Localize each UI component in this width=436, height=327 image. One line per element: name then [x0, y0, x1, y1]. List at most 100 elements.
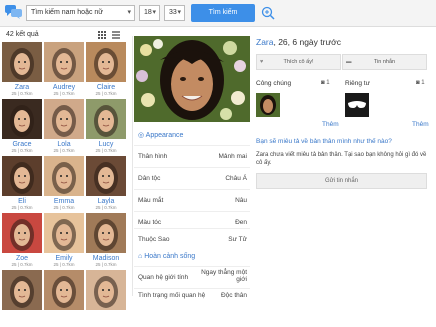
result-card[interactable]: Zara 25 | 0.7km [2, 42, 42, 99]
result-photo[interactable] [44, 213, 84, 253]
attr-row-eyes: Màu mắt Nâu [134, 189, 250, 211]
result-name[interactable]: Eli [2, 198, 42, 205]
attr-value: Châu Á [225, 175, 247, 182]
divider [132, 36, 133, 296]
profile-photo[interactable] [134, 36, 250, 122]
search-button[interactable]: Tìm kiếm [191, 4, 255, 22]
gender-select[interactable]: Tìm kiếm nam hoặc nữ ▾ [26, 5, 135, 21]
result-card[interactable]: Eli 25 | 0.7km [2, 156, 42, 213]
grid-view-icon[interactable] [98, 31, 106, 39]
attr-value: Nâu [235, 197, 247, 204]
result-photo[interactable] [2, 42, 42, 82]
public-photo-thumb[interactable] [256, 93, 280, 117]
result-meta: 25 | 0.7km [11, 148, 33, 153]
result-photo[interactable] [86, 213, 126, 253]
more-private-link[interactable]: Thêm [412, 121, 429, 128]
send-message-button[interactable]: Gửi tin nhắn [256, 173, 427, 189]
result-name[interactable]: Claire [86, 84, 126, 91]
result-name[interactable]: Grace [2, 141, 42, 148]
attr-row-ethnicity: Dân tộc Châu Á [134, 167, 250, 189]
profile-name[interactable]: Zara [256, 37, 273, 47]
gender-select-value: Tìm kiếm nam hoặc nữ [31, 9, 103, 16]
result-meta: 25 | 0.7km [53, 148, 75, 153]
attr-value: Mảnh mai [218, 153, 247, 160]
result-meta: 25 | 0.7km [11, 91, 33, 96]
result-name[interactable]: Lola [44, 141, 84, 148]
private-photo-mask[interactable] [345, 93, 369, 117]
result-card[interactable]: Layla 25 | 0.7km [86, 156, 126, 213]
age-max-select[interactable]: 33 ▾ [164, 5, 185, 21]
result-name[interactable]: Zoe [2, 255, 42, 262]
result-photo[interactable] [2, 270, 42, 310]
result-name[interactable]: Layla [86, 198, 126, 205]
ask-description-text: Zara chưa viết miêu tả bản thân. Tại sao… [256, 152, 427, 166]
zoom-in-icon[interactable] [261, 6, 275, 20]
result-photo[interactable] [44, 270, 84, 310]
list-view-icon[interactable] [112, 31, 120, 39]
result-name[interactable]: Lucy [86, 141, 126, 148]
chevron-down-icon: ▾ [177, 9, 181, 16]
result-meta: 25 | 0.7km [11, 205, 33, 210]
result-photo[interactable] [86, 99, 126, 139]
chat-bubble-icon: ▬ [346, 59, 352, 65]
like-button[interactable]: ♥ Thích cô ấy! [256, 54, 341, 70]
attr-row-body: Thân hình Mảnh mai [134, 145, 250, 167]
result-photo[interactable] [86, 42, 126, 82]
result-card[interactable]: Lola 25 | 0.7km [44, 99, 84, 156]
message-button[interactable]: ▬ Tin nhắn [342, 54, 427, 70]
result-card[interactable]: Emma 25 | 0.7km [44, 156, 84, 213]
public-photos-count: ◙ 1 [321, 80, 330, 86]
result-card[interactable]: Grace 25 | 0.7km [2, 99, 42, 156]
heart-icon: ♥ [260, 59, 264, 65]
result-photo[interactable] [86, 270, 126, 310]
attr-value: Sư Tử [228, 236, 247, 243]
result-card[interactable] [44, 270, 84, 327]
result-name[interactable]: Madison [86, 255, 126, 262]
result-name[interactable]: Audrey [44, 84, 84, 91]
ask-description-link[interactable]: Bạn sẽ miêu tả về bản thân mình như thế … [256, 138, 432, 145]
result-card[interactable]: Emily 25 | 0.7km [44, 213, 84, 270]
result-photo[interactable] [44, 42, 84, 82]
result-name[interactable]: Emma [44, 198, 84, 205]
result-photo[interactable] [2, 213, 42, 253]
result-photo[interactable] [2, 156, 42, 196]
eye-icon: ◎ [138, 132, 146, 139]
appearance-heading: ◎ Appearance [138, 132, 184, 139]
chevron-down-icon: ▾ [152, 9, 156, 16]
private-photos-count: ◙ 1 [416, 80, 425, 86]
chevron-down-icon: ▾ [127, 9, 131, 16]
result-name[interactable]: Zara [2, 84, 42, 91]
result-meta: 25 | 0.7km [53, 205, 75, 210]
result-photo[interactable] [2, 99, 42, 139]
result-card[interactable]: Lucy 25 | 0.7km [86, 99, 126, 156]
result-meta: 25 | 0.7km [11, 262, 33, 267]
attr-value: Ngay thẳng một giới [201, 269, 247, 283]
attr-key: Dân tộc [138, 175, 161, 182]
result-photo[interactable] [86, 156, 126, 196]
top-bar: Tìm kiếm nam hoặc nữ ▾ 18 ▾ 33 ▾ Tìm kiế… [0, 0, 436, 27]
result-meta: 25 | 0.7km [53, 91, 75, 96]
result-card[interactable]: Claire 25 | 0.7km [86, 42, 126, 99]
age-min-select[interactable]: 18 ▾ [139, 5, 160, 21]
attr-key: Màu mắt [138, 197, 164, 204]
more-public-link[interactable]: Thêm [322, 121, 339, 128]
result-meta: 25 | 0.7km [95, 91, 117, 96]
result-card[interactable]: Madison 25 | 0.7km [86, 213, 126, 270]
age-min-value: 18 [144, 9, 152, 16]
result-meta: 25 | 0.7km [95, 262, 117, 267]
result-card[interactable] [86, 270, 126, 327]
result-card[interactable]: Zoe 25 | 0.7km [2, 213, 42, 270]
result-card[interactable]: Audrey 25 | 0.7km [44, 42, 84, 99]
attr-key: Thân hình [138, 153, 168, 160]
result-photo[interactable] [44, 99, 84, 139]
result-card[interactable] [2, 270, 42, 327]
lifestyle-row-orientation: Quan hệ giới tính Ngay thẳng một giới [134, 266, 250, 288]
profile-title: Zara, 26, 6 ngày trước [256, 37, 341, 47]
result-name[interactable]: Emily [44, 255, 84, 262]
chat-icon[interactable] [5, 5, 22, 19]
attr-key: Màu tóc [138, 219, 162, 226]
private-photos-label: Riêng tư [345, 80, 370, 87]
result-photo[interactable] [44, 156, 84, 196]
result-meta: 25 | 0.7km [53, 262, 75, 267]
public-photos-label: Công chúng [256, 80, 292, 87]
